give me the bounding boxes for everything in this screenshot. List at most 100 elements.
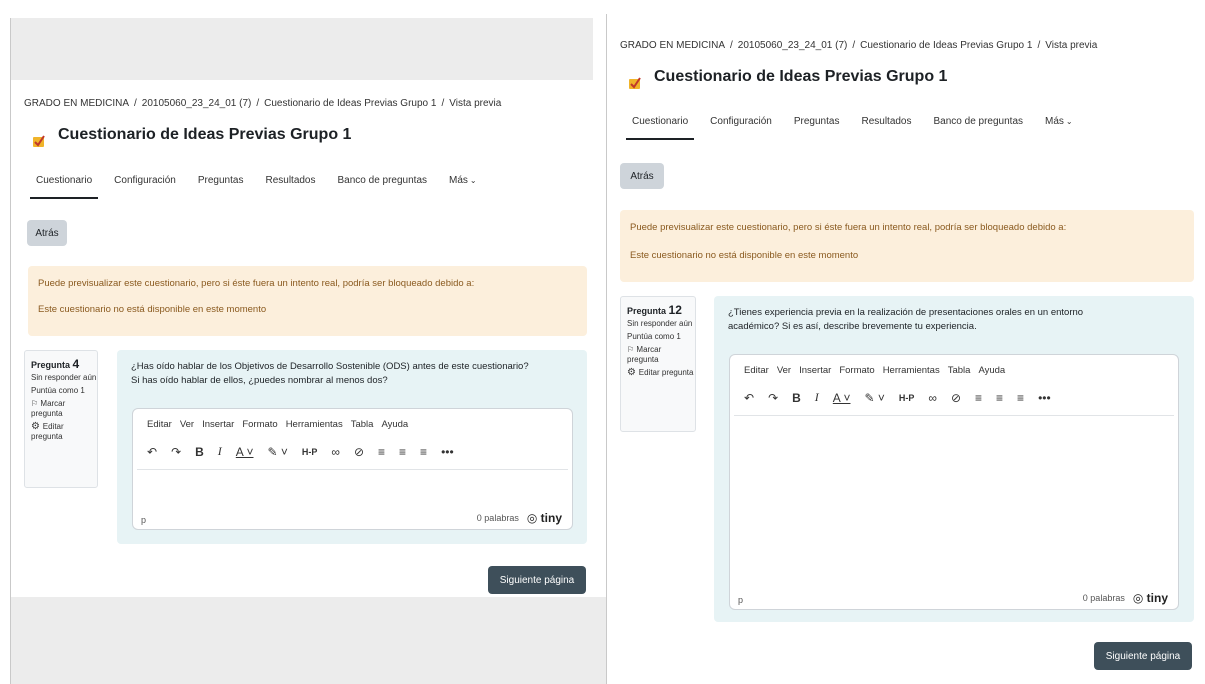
tiny-icon: ◎ <box>1132 591 1144 605</box>
tiny-icon: ◎ <box>526 511 538 525</box>
align-left-icon[interactable]: ≡ <box>975 391 982 405</box>
bold-icon[interactable]: B <box>792 391 801 405</box>
flag-question[interactable]: ⚐ Marcar pregunta <box>627 345 695 365</box>
breadcrumb-group[interactable]: 20105060_23_24_01 (7) <box>738 40 848 51</box>
question-text: ¿Tienes experiencia previa en la realiza… <box>728 307 1084 332</box>
highlight-icon[interactable]: ✎ ˅ <box>267 445 287 459</box>
italic-icon[interactable]: I <box>218 444 222 459</box>
breadcrumb-course[interactable]: GRADO EN MEDICINA <box>24 98 129 109</box>
tab-mas[interactable]: Más ⌄ <box>1045 116 1073 137</box>
flag-question[interactable]: ⚐ Marcar pregunta <box>31 399 97 419</box>
breadcrumb-group[interactable]: 20105060_23_24_01 (7) <box>142 98 252 109</box>
edit-question[interactable]: ⚙ Editar pregunta <box>627 368 695 378</box>
tab-mas-label: Más <box>1045 116 1064 127</box>
breadcrumb-current: Vista previa <box>449 98 502 109</box>
question-score: Puntúa como 1 <box>627 332 681 341</box>
more-icon[interactable]: ••• <box>1038 391 1051 405</box>
menu-herramientas[interactable]: Herramientas <box>883 365 940 376</box>
answer-editor[interactable]: Editar Ver Insertar Formato Herramientas… <box>729 354 1179 610</box>
tiny-logo[interactable]: ◎ tiny <box>527 511 562 525</box>
next-page-button[interactable]: Siguiente página <box>1094 642 1192 670</box>
gear-icon: ⚙ <box>31 421 43 432</box>
menu-insertar[interactable]: Insertar <box>202 419 234 430</box>
unlink-icon[interactable]: ⊘ <box>354 445 364 459</box>
breadcrumb-current: Vista previa <box>1045 40 1098 51</box>
undo-icon[interactable]: ↶ <box>147 445 157 459</box>
gear-icon: ⚙ <box>627 367 639 378</box>
left-title-row: Cuestionario de Ideas Previas Grupo 1 <box>32 122 351 148</box>
tab-preguntas[interactable]: Preguntas <box>794 116 840 137</box>
left-top-band <box>11 18 593 80</box>
question-status: Sin responder aún <box>627 319 693 328</box>
menu-tabla[interactable]: Tabla <box>948 365 971 376</box>
undo-icon[interactable]: ↶ <box>744 391 754 405</box>
preview-alert: Puede previsualizar este cuestionario, p… <box>620 210 1194 282</box>
link-icon[interactable]: ∞ <box>331 445 340 459</box>
back-button-label: Atrás <box>630 170 654 182</box>
tiny-logo[interactable]: ◎ tiny <box>1133 591 1168 605</box>
next-page-button[interactable]: Siguiente página <box>488 566 586 594</box>
bold-icon[interactable]: B <box>195 445 204 459</box>
menu-editar[interactable]: Editar <box>147 419 172 430</box>
breadcrumb-course[interactable]: GRADO EN MEDICINA <box>620 40 725 51</box>
tab-cuestionario[interactable]: Cuestionario <box>29 175 99 199</box>
editor-toolbar: ↶ ↷ B I A ˅ ✎ ˅ H-P ∞ ⊘ ≡ ≡ ≡ ••• <box>744 390 1065 405</box>
align-right-icon[interactable]: ≡ <box>420 445 427 459</box>
align-center-icon[interactable]: ≡ <box>996 391 1003 405</box>
left-breadcrumb: GRADO EN MEDICINA/20105060_23_24_01 (7) /… <box>24 98 502 109</box>
tab-preguntas[interactable]: Preguntas <box>198 175 244 196</box>
menu-ver[interactable]: Ver <box>777 365 791 376</box>
breadcrumb-quiz[interactable]: Cuestionario de Ideas Previas Grupo 1 <box>860 40 1032 51</box>
editor-menubar: Editar Ver Insertar Formato Herramientas… <box>744 365 1013 376</box>
menu-tabla[interactable]: Tabla <box>351 419 374 430</box>
editor-menubar: Editar Ver Insertar Formato Herramientas… <box>147 419 416 430</box>
breadcrumb-quiz[interactable]: Cuestionario de Ideas Previas Grupo 1 <box>264 98 436 109</box>
question-number: Pregunta 12 <box>627 303 682 317</box>
hp-icon[interactable]: H-P <box>899 393 915 403</box>
italic-icon[interactable]: I <box>815 390 819 405</box>
tab-configuracion[interactable]: Configuración <box>114 175 176 196</box>
tab-resultados[interactable]: Resultados <box>265 175 315 196</box>
page-title: Cuestionario de Ideas Previas Grupo 1 <box>58 126 352 143</box>
align-center-icon[interactable]: ≡ <box>399 445 406 459</box>
tab-mas[interactable]: Más ⌄ <box>449 175 477 196</box>
menu-editar[interactable]: Editar <box>744 365 769 376</box>
redo-icon[interactable]: ↷ <box>768 391 778 405</box>
tab-resultados[interactable]: Resultados <box>861 116 911 137</box>
back-button[interactable]: Atrás <box>27 220 67 246</box>
unlink-icon[interactable]: ⊘ <box>951 391 961 405</box>
link-icon[interactable]: ∞ <box>928 391 937 405</box>
more-icon[interactable]: ••• <box>441 445 454 459</box>
menu-formato[interactable]: Formato <box>839 365 874 376</box>
right-title-row: Cuestionario de Ideas Previas Grupo 1 <box>628 64 947 90</box>
question-body: ¿Tienes experiencia previa en la realiza… <box>714 296 1194 622</box>
tab-cuestionario[interactable]: Cuestionario <box>625 116 695 140</box>
hp-icon[interactable]: H-P <box>302 447 318 457</box>
menu-ayuda[interactable]: Ayuda <box>978 365 1005 376</box>
left-tabs: Cuestionario Configuración Preguntas Res… <box>29 175 499 199</box>
text-color-icon[interactable]: A ˅ <box>236 445 254 459</box>
align-left-icon[interactable]: ≡ <box>378 445 385 459</box>
flag-icon: ⚐ <box>31 399 41 408</box>
question-status: Sin responder aún <box>31 373 97 382</box>
quiz-icon <box>629 77 641 89</box>
chevron-down-icon: ⌄ <box>469 176 477 185</box>
tab-banco[interactable]: Banco de preguntas <box>934 116 1024 137</box>
tab-banco[interactable]: Banco de preguntas <box>338 175 428 196</box>
highlight-icon[interactable]: ✎ ˅ <box>864 391 884 405</box>
menu-insertar[interactable]: Insertar <box>799 365 831 376</box>
text-color-icon[interactable]: A ˅ <box>833 391 851 405</box>
menu-ayuda[interactable]: Ayuda <box>381 419 408 430</box>
back-button[interactable]: Atrás <box>620 163 664 189</box>
redo-icon[interactable]: ↷ <box>171 445 181 459</box>
tab-configuracion[interactable]: Configuración <box>710 116 772 137</box>
answer-editor[interactable]: Editar Ver Insertar Formato Herramientas… <box>132 408 573 530</box>
align-right-icon[interactable]: ≡ <box>1017 391 1024 405</box>
editor-status: 0 palabras ◎ tiny <box>477 511 562 525</box>
menu-herramientas[interactable]: Herramientas <box>286 419 343 430</box>
edit-question[interactable]: ⚙ Editar pregunta <box>31 422 97 442</box>
menu-ver[interactable]: Ver <box>180 419 194 430</box>
right-breadcrumb: GRADO EN MEDICINA/20105060_23_24_01 (7) /… <box>620 40 1098 51</box>
menu-formato[interactable]: Formato <box>242 419 277 430</box>
page-title: Cuestionario de Ideas Previas Grupo 1 <box>654 68 948 85</box>
